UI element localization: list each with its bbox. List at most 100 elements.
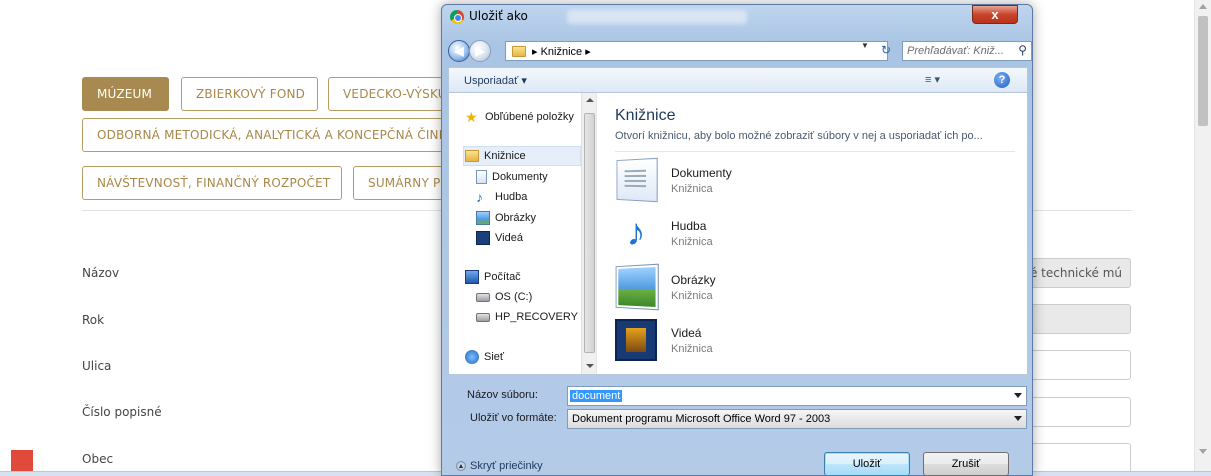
library-name: Dokumenty [671, 166, 732, 180]
music-icon: ♪ [626, 212, 646, 254]
pictures-icon [476, 211, 490, 225]
nav-item-label: Obrázky [495, 212, 536, 224]
refresh-icon[interactable]: ↻ [881, 43, 891, 57]
site-logo-icon [11, 450, 33, 472]
nav-item-label: Sieť [484, 351, 505, 363]
back-button[interactable]: ◀ [448, 40, 470, 62]
hide-folders-label: Skryť priečinky [470, 460, 543, 472]
ulica-label: Ulica [82, 359, 112, 373]
scroll-up-icon[interactable] [1199, 4, 1207, 9]
chevron-down-icon[interactable] [1014, 393, 1022, 398]
obec-label: Obec [82, 452, 114, 466]
nav-item-label: Hudba [495, 191, 528, 203]
nav-sumarny-button[interactable]: SUMÁRNY P [353, 166, 443, 200]
scroll-thumb[interactable] [584, 113, 595, 353]
dialog-content: ★ Obľúbené položky Knižnice Dokumenty ♪ … [448, 93, 1028, 375]
library-kind: Knižnica [671, 236, 713, 248]
cislo-popisne-label: Číslo popisné [82, 405, 162, 419]
nav-odborna-button[interactable]: ODBORNÁ METODICKÁ, ANALYTICKÁ A KONCEPČN… [82, 118, 443, 152]
library-item-documents[interactable]: Dokumenty Knižnica [615, 157, 915, 207]
nazov-label: Názov [82, 266, 120, 280]
library-kind: Knižnica [671, 183, 713, 195]
nav-item-os-drive[interactable]: OS (C:) [476, 287, 532, 307]
organize-menu[interactable]: Usporiadať ▾ [464, 74, 527, 87]
close-button[interactable]: x [972, 5, 1018, 24]
format-label: Uložiť vo formáte: [470, 412, 557, 424]
chevron-up-icon: ▲ [456, 461, 466, 471]
nav-item-network[interactable]: Sieť [465, 347, 504, 367]
address-bar[interactable]: ▸ Knižnice ▸ [505, 41, 888, 61]
documents-icon [476, 170, 487, 184]
nav-item-label: Knižnice [484, 150, 526, 162]
scroll-down-icon[interactable] [586, 364, 594, 368]
save-button[interactable]: Uložiť [824, 452, 910, 476]
filename-input[interactable]: document [567, 386, 1027, 406]
cancel-button[interactable]: Zrušiť [923, 452, 1009, 476]
main-divider [615, 151, 1015, 152]
format-select[interactable]: Dokument programu Microsoft Office Word … [567, 409, 1027, 429]
dialog-title: Uložiť ako [469, 9, 528, 23]
chevron-down-icon[interactable] [1014, 416, 1022, 421]
main-title: Knižnice [615, 107, 676, 124]
libraries-icon [465, 150, 479, 162]
library-name: Hudba [671, 219, 707, 233]
nav-item-documents[interactable]: Dokumenty [476, 167, 548, 187]
computer-icon [465, 270, 479, 284]
nav-item-recovery-drive[interactable]: HP_RECOVERY (D: [476, 307, 595, 327]
scroll-thumb[interactable] [1198, 16, 1208, 126]
scroll-down-icon[interactable] [1199, 449, 1207, 454]
library-kind: Knižnica [671, 343, 713, 355]
button-row: ▲ Skryť priečinky Uložiť Zrušiť [448, 448, 1028, 476]
forward-button[interactable]: ▶ [469, 40, 491, 62]
nav-item-label: Videá [495, 232, 523, 244]
filename-value: document [570, 390, 623, 402]
address-dropdown-icon[interactable]: ▼ [861, 41, 869, 50]
filename-row: Názov súboru: document [448, 385, 1028, 407]
dialog-toolbar: Usporiadať ▾ ≡ ▾ ? [448, 67, 1028, 93]
network-icon [465, 350, 479, 364]
save-as-dialog: Uložiť ako x ◀ ▶ ▸ Knižnice ▸ ▼ ↻ Prehľa… [441, 4, 1033, 476]
nav-item-libraries[interactable]: Knižnice [463, 146, 581, 166]
nav-scrollbar[interactable] [581, 93, 596, 374]
library-kind: Knižnica [671, 290, 713, 302]
format-row: Uložiť vo formáte: Dokument programu Mic… [448, 408, 1028, 430]
page-scrollbar[interactable] [1194, 0, 1211, 476]
views-menu[interactable]: ≡ ▾ [925, 73, 940, 86]
library-item-pictures[interactable]: Obrázky Knižnica [615, 263, 915, 314]
scroll-up-icon[interactable] [586, 98, 594, 102]
chrome-icon [450, 10, 464, 24]
documents-icon [616, 157, 658, 203]
nav-item-music[interactable]: ♪ Hudba [476, 187, 527, 207]
breadcrumb[interactable]: ▸ Knižnice ▸ [532, 45, 591, 58]
hide-folders-toggle[interactable]: ▲ Skryť priečinky [456, 460, 543, 472]
address-row: ◀ ▶ ▸ Knižnice ▸ ▼ ↻ Prehľadávať: Kniž..… [448, 38, 1032, 62]
format-value: Dokument programu Microsoft Office Word … [572, 413, 831, 425]
nav-vedecko-button[interactable]: VEDECKO-VÝSKU [328, 77, 443, 111]
nav-item-favorites[interactable]: ★ Obľúbené položky [465, 107, 574, 127]
nav-item-label: OS (C:) [495, 291, 533, 303]
music-icon: ♪ [476, 189, 483, 205]
nav-muzeum-button[interactable]: MÚZEUM [82, 77, 169, 111]
library-item-music[interactable]: ♪ Hudba Knižnica [615, 212, 915, 260]
nav-navstevnost-button[interactable]: NÁVŠTEVNOSŤ, FINANČNÝ ROZPOČET [82, 166, 342, 200]
nav-item-pictures[interactable]: Obrázky [476, 208, 536, 228]
title-blurred-text [567, 10, 747, 24]
library-item-videos[interactable]: Videá Knižnica [615, 319, 915, 367]
library-folder-icon [512, 45, 526, 57]
search-icon[interactable]: ⚲ [1018, 43, 1027, 57]
nav-item-label: Dokumenty [492, 171, 548, 183]
main-description: Otvorí knižnicu, aby bolo možné zobraziť… [615, 130, 983, 142]
library-name: Videá [671, 326, 702, 340]
filename-label: Názov súboru: [467, 389, 538, 401]
nav-item-videos[interactable]: Videá [476, 228, 523, 248]
help-icon[interactable]: ? [994, 72, 1010, 88]
main-pane: Knižnice Otvorí knižnicu, aby bolo možné… [599, 93, 1027, 374]
nav-item-label: Počítač [484, 271, 521, 283]
nav-zbierkovy-fond-button[interactable]: ZBIERKOVÝ FOND [181, 77, 318, 111]
navigation-pane: ★ Obľúbené položky Knižnice Dokumenty ♪ … [449, 93, 597, 374]
search-input[interactable]: Prehľadávať: Kniž... ⚲ [902, 41, 1032, 61]
nav-item-computer[interactable]: Počítač [465, 267, 521, 287]
drive-icon [476, 292, 490, 302]
search-placeholder: Prehľadávať: Kniž... [907, 45, 1004, 57]
library-name: Obrázky [671, 273, 716, 287]
